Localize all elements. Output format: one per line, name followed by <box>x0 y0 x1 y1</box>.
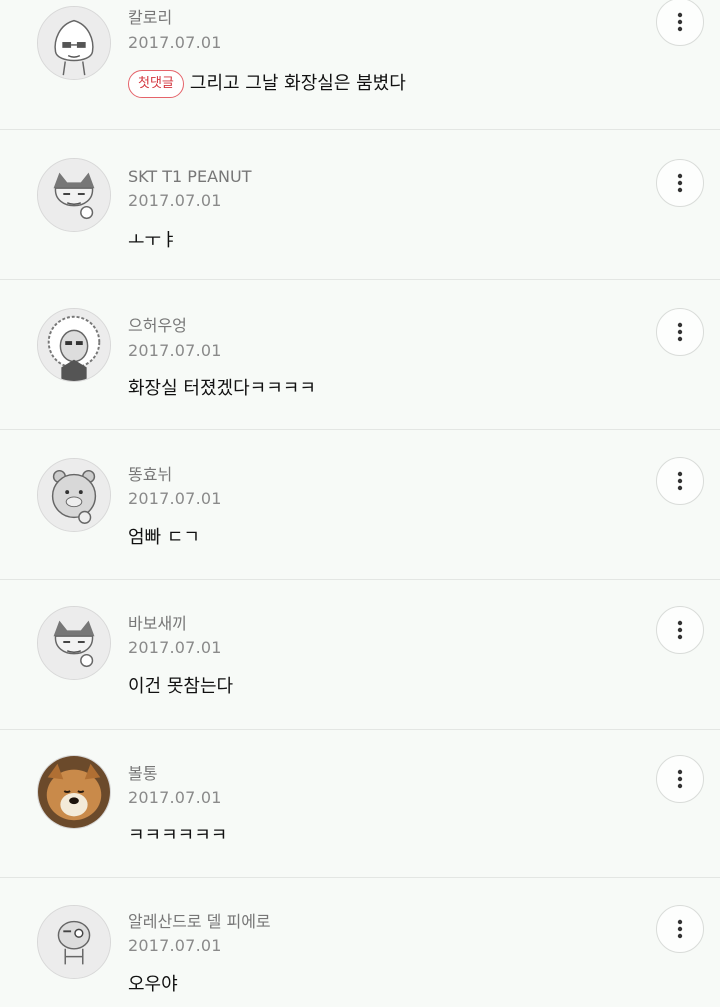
avatar[interactable] <box>37 6 111 80</box>
author-name[interactable]: 볼통 <box>128 764 157 784</box>
more-button[interactable] <box>656 457 704 505</box>
comment-item: 바보새끼 2017.07.01 이건 못참는다 <box>0 580 720 730</box>
comment-date: 2017.07.01 <box>128 638 222 657</box>
avatar[interactable] <box>37 158 111 232</box>
comment-text: ㅋㅋㅋㅋㅋㅋ <box>128 825 228 846</box>
author-name[interactable]: 똥효뉘 <box>128 465 172 485</box>
comment-date: 2017.07.01 <box>128 936 222 955</box>
more-vertical-icon <box>677 322 683 342</box>
comment-list: 칼로리 2017.07.01 첫댓글 그리고 그날 화장실은 붐볐다 SKT T… <box>0 0 720 1007</box>
first-comment-badge: 첫댓글 <box>128 70 184 98</box>
character-avatar-icon <box>38 159 110 231</box>
more-button[interactable] <box>656 308 704 356</box>
author-name[interactable]: 으허우엉 <box>128 316 187 336</box>
character-avatar-icon <box>38 309 110 381</box>
dog-photo-avatar-icon <box>38 756 110 828</box>
more-vertical-icon <box>677 769 683 789</box>
avatar[interactable] <box>37 458 111 532</box>
comment-date: 2017.07.01 <box>128 788 222 807</box>
comment-item: 볼통 2017.07.01 ㅋㅋㅋㅋㅋㅋ <box>0 728 720 878</box>
comment-date: 2017.07.01 <box>128 489 222 508</box>
more-button[interactable] <box>656 755 704 803</box>
author-name[interactable]: 칼로리 <box>128 8 172 28</box>
character-avatar-icon <box>38 906 110 978</box>
comment-text: 엄빠 ㄷㄱ <box>128 527 200 548</box>
avatar[interactable] <box>37 308 111 382</box>
more-button[interactable] <box>656 159 704 207</box>
comment-body: 그리고 그날 화장실은 붐볐다 <box>189 73 406 94</box>
avatar[interactable] <box>37 755 111 829</box>
character-avatar-icon <box>38 7 110 79</box>
character-avatar-icon <box>38 607 110 679</box>
avatar[interactable] <box>37 606 111 680</box>
more-button[interactable] <box>656 606 704 654</box>
more-vertical-icon <box>677 12 683 32</box>
comment-item: SKT T1 PEANUT 2017.07.01 ㅗㅜㅑ <box>0 130 720 280</box>
comment-date: 2017.07.01 <box>128 33 222 52</box>
comment-date: 2017.07.01 <box>128 341 222 360</box>
comment-item: 으허우엉 2017.07.01 화장실 터졌겠다ㅋㅋㅋㅋ <box>0 280 720 430</box>
comment-item: 칼로리 2017.07.01 첫댓글 그리고 그날 화장실은 붐볐다 <box>0 0 720 130</box>
author-name[interactable]: 알레산드로 델 피에로 <box>128 912 271 932</box>
more-button[interactable] <box>656 905 704 953</box>
more-vertical-icon <box>677 919 683 939</box>
comment-text: 첫댓글 그리고 그날 화장실은 붐볐다 <box>128 70 406 98</box>
comment-item: 알레산드로 델 피에로 2017.07.01 오우야 <box>0 878 720 1007</box>
more-button[interactable] <box>656 0 704 46</box>
more-vertical-icon <box>677 471 683 491</box>
more-vertical-icon <box>677 173 683 193</box>
comment-text: ㅗㅜㅑ <box>128 230 178 251</box>
comment-text: 화장실 터졌겠다ㅋㅋㅋㅋ <box>128 378 316 399</box>
avatar[interactable] <box>37 905 111 979</box>
comment-text: 이건 못참는다 <box>128 676 234 697</box>
more-vertical-icon <box>677 620 683 640</box>
comment-item: 똥효뉘 2017.07.01 엄빠 ㄷㄱ <box>0 430 720 580</box>
comment-date: 2017.07.01 <box>128 191 222 210</box>
character-avatar-icon <box>38 459 110 531</box>
comment-text: 오우야 <box>128 974 178 995</box>
author-name[interactable]: SKT T1 PEANUT <box>128 167 251 187</box>
author-name[interactable]: 바보새끼 <box>128 614 187 634</box>
